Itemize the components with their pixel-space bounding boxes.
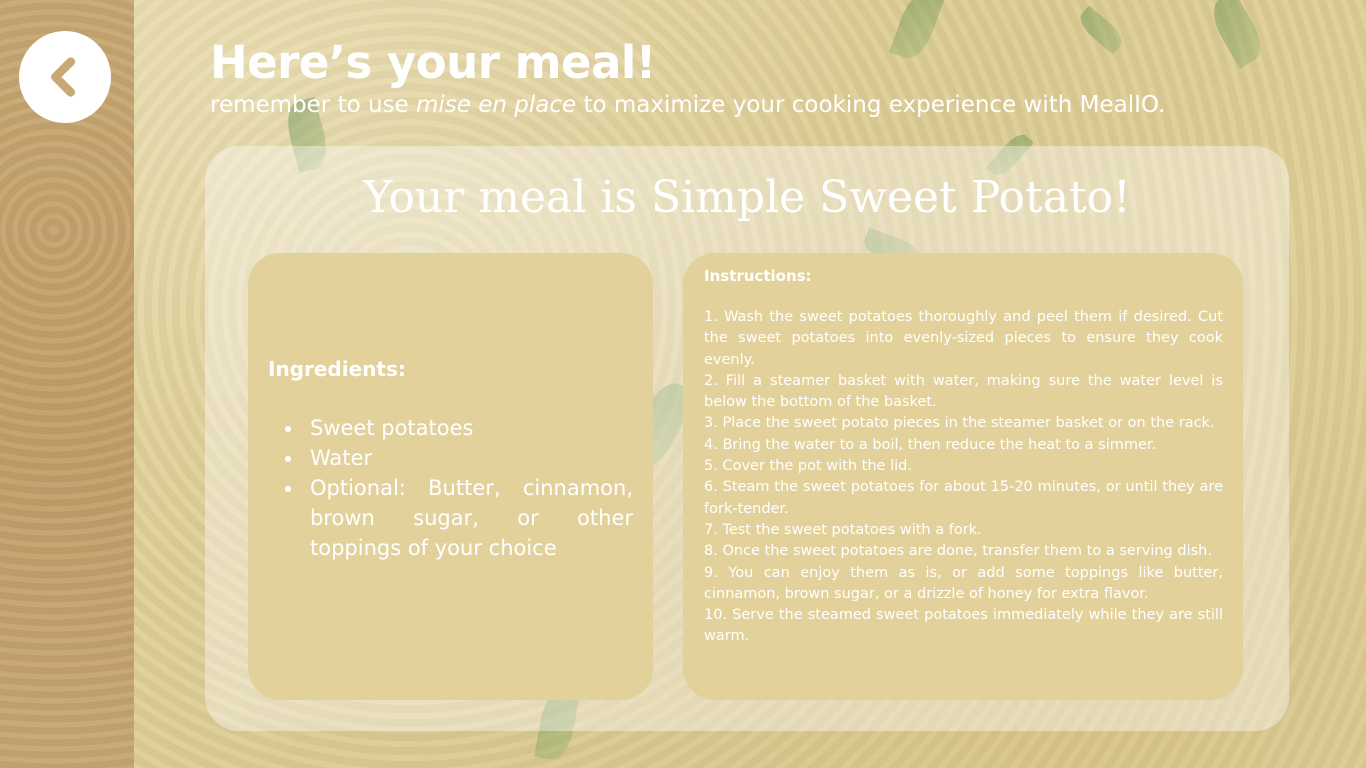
- instruction-step: 5. Cover the pot with the lid.: [704, 458, 912, 475]
- instruction-step: 10. Serve the steamed sweet potatoes imm…: [704, 607, 1223, 645]
- instruction-step: 2. Fill a steamer basket with water, mak…: [704, 372, 1223, 411]
- instruction-step: 8. Once the sweet potatoes are done, tra…: [704, 543, 1212, 560]
- ingredient-item: Water: [304, 443, 633, 473]
- back-button[interactable]: [19, 31, 111, 123]
- ingredient-item: Sweet potatoes: [304, 413, 633, 443]
- instruction-step: 3. Place the sweet potato pieces in the …: [704, 415, 1215, 432]
- page-title: Here’s your meal!: [210, 36, 656, 89]
- ingredients-heading: Ingredients:: [268, 357, 406, 381]
- meal-title: Your meal is Simple Sweet Potato!: [363, 172, 1131, 223]
- instruction-step: 7. Test the sweet potatoes with a fork.: [704, 521, 982, 538]
- subtitle-text-end: to maximize your cooking experience with…: [576, 92, 1166, 118]
- instruction-step: 1. Wash the sweet potatoes thoroughly an…: [704, 309, 1223, 368]
- subtitle-emphasis: mise en place: [416, 92, 577, 118]
- instructions-panel: Instructions: 1. Wash the sweet potatoes…: [683, 253, 1243, 700]
- ingredient-item: Optional: Butter, cinnamon, brown sugar,…: [304, 473, 633, 563]
- instruction-step: 9. You can enjoy them as is, or add some…: [704, 564, 1223, 602]
- instructions-heading: Instructions:: [704, 267, 812, 285]
- page-subtitle: remember to use mise en place to maximiz…: [210, 92, 1165, 118]
- subtitle-text-start: remember to use: [210, 92, 417, 118]
- chevron-left-icon: [51, 57, 76, 97]
- meal-card: Your meal is Simple Sweet Potato! Ingred…: [205, 146, 1289, 731]
- ingredients-list: Sweet potatoes Water Optional: Butter, c…: [304, 413, 633, 563]
- ingredients-panel: Ingredients: Sweet potatoes Water Option…: [248, 253, 653, 700]
- instruction-step: 4. Bring the water to a boil, then reduc…: [704, 436, 1157, 453]
- instruction-step: 6. Steam the sweet potatoes for about 15…: [704, 479, 1223, 517]
